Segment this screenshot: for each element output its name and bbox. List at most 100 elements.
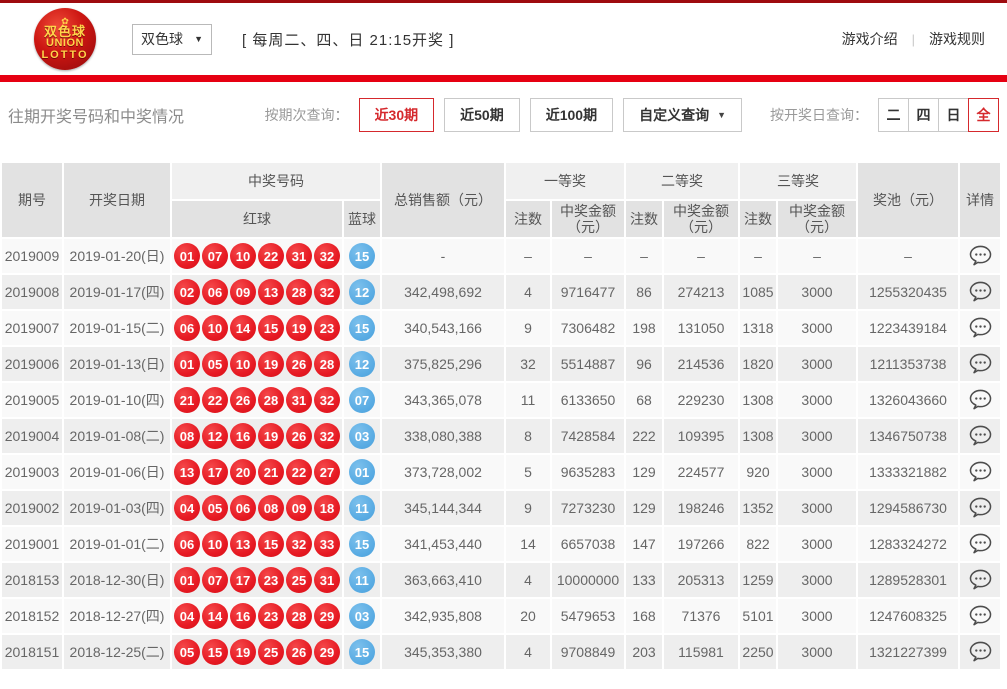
day-buttons: 二四日全 (878, 98, 999, 132)
red-ball: 32 (314, 243, 340, 269)
day-filter-button[interactable]: 全 (968, 98, 999, 132)
col-header-second-prize: 二等奖 (625, 162, 739, 200)
red-ball: 26 (286, 423, 312, 449)
red-ball: 16 (230, 603, 256, 629)
pool-cell: – (857, 238, 959, 274)
date-cell: 2019-01-20(日) (63, 238, 171, 274)
logo-text-cn: 双色球 (44, 25, 86, 38)
red-ball: 15 (258, 315, 284, 341)
third-prize-count-cell: 1308 (739, 418, 777, 454)
detail-cell (959, 274, 1001, 310)
table-row: 20190072019-01-15(二)06101415192315340,54… (1, 310, 1001, 346)
period-filter-button[interactable]: 近30期 (359, 98, 435, 132)
by-day-label: 按开奖日查询： (770, 105, 868, 125)
date-cell: 2018-12-30(日) (63, 562, 171, 598)
period-buttons: 近30期近50期近100期自定义查询▼ (359, 98, 752, 132)
first-prize-count-cell: 14 (505, 526, 551, 562)
detail-button[interactable] (965, 459, 996, 484)
second-prize-count-cell: – (625, 238, 663, 274)
second-prize-count-cell: 203 (625, 634, 663, 670)
red-ball: 10 (202, 315, 228, 341)
red-ball: 29 (314, 603, 340, 629)
detail-cell (959, 238, 1001, 274)
detail-button[interactable] (965, 567, 996, 592)
detail-comment-icon (969, 389, 992, 410)
red-ball: 14 (202, 603, 228, 629)
blue-ball: 11 (349, 495, 375, 521)
red-balls-cell: 010710223132 (171, 238, 343, 274)
red-ball: 10 (202, 531, 228, 557)
detail-button[interactable] (965, 279, 996, 304)
table-row: 20190042019-01-08(二)08121619263203338,08… (1, 418, 1001, 454)
date-cell: 2019-01-01(二) (63, 526, 171, 562)
third-prize-count-cell: 5101 (739, 598, 777, 634)
detail-button[interactable] (965, 603, 996, 628)
by-period-label: 按期次查询： (265, 105, 349, 125)
first-prize-count-cell: 4 (505, 274, 551, 310)
pool-cell: 1346750738 (857, 418, 959, 454)
game-intro-link[interactable]: 游戏介绍 (842, 29, 898, 49)
red-ball: 19 (286, 315, 312, 341)
red-ball: 12 (202, 423, 228, 449)
blue-ball: 07 (349, 387, 375, 413)
first-prize-amount-cell: 7428584 (551, 418, 625, 454)
table-row: 20181522018-12-27(四)04141623282903342,93… (1, 598, 1001, 634)
period-cell: 2018152 (1, 598, 63, 634)
pool-cell: 1223439184 (857, 310, 959, 346)
col-header-third-amount: 中奖金额（元） (777, 200, 857, 238)
third-prize-count-cell: 1352 (739, 490, 777, 526)
red-ball: 08 (174, 423, 200, 449)
detail-cell (959, 526, 1001, 562)
red-ball: 26 (286, 639, 312, 665)
period-filter-button[interactable]: 自定义查询▼ (623, 98, 742, 132)
red-balls-cell: 131720212227 (171, 454, 343, 490)
pool-cell: 1321227399 (857, 634, 959, 670)
detail-button[interactable] (965, 495, 996, 520)
red-ball: 05 (174, 639, 200, 665)
red-ball: 22 (286, 459, 312, 485)
first-prize-amount-cell: 6657038 (551, 526, 625, 562)
red-ball: 22 (202, 387, 228, 413)
red-ball: 06 (230, 495, 256, 521)
game-rules-link[interactable]: 游戏规则 (929, 29, 985, 49)
detail-comment-icon (969, 605, 992, 626)
detail-button[interactable] (965, 243, 996, 268)
detail-button[interactable] (965, 315, 996, 340)
detail-button[interactable] (965, 423, 996, 448)
red-ball: 02 (174, 279, 200, 305)
day-filter-button[interactable]: 四 (908, 98, 939, 132)
red-ball: 15 (202, 639, 228, 665)
third-prize-amount-cell: 3000 (777, 274, 857, 310)
period-cell: 2019009 (1, 238, 63, 274)
red-ball: 01 (174, 243, 200, 269)
red-ball: 16 (230, 423, 256, 449)
detail-cell (959, 418, 1001, 454)
red-ball: 19 (258, 351, 284, 377)
game-select-dropdown[interactable]: 双色球 ▼ (132, 24, 212, 55)
period-filter-button[interactable]: 近100期 (530, 98, 613, 132)
pool-cell: 1294586730 (857, 490, 959, 526)
col-header-first-count: 注数 (505, 200, 551, 238)
detail-button[interactable] (965, 351, 996, 376)
red-ball: 23 (258, 567, 284, 593)
first-prize-amount-cell: 9635283 (551, 454, 625, 490)
pool-cell: 1333321882 (857, 454, 959, 490)
blue-ball-cell: 12 (343, 274, 381, 310)
detail-button[interactable] (965, 639, 996, 664)
blue-ball-cell: 03 (343, 418, 381, 454)
red-ball: 05 (202, 351, 228, 377)
day-filter-button[interactable]: 二 (878, 98, 909, 132)
red-ball: 25 (258, 639, 284, 665)
pool-cell: 1326043660 (857, 382, 959, 418)
first-prize-count-cell: 9 (505, 490, 551, 526)
period-filter-button[interactable]: 近50期 (444, 98, 520, 132)
date-cell: 2018-12-25(二) (63, 634, 171, 670)
detail-cell (959, 346, 1001, 382)
blue-ball-cell: 15 (343, 526, 381, 562)
day-filter-button[interactable]: 日 (938, 98, 969, 132)
chevron-down-icon: ▼ (194, 34, 203, 44)
detail-button[interactable] (965, 531, 996, 556)
results-table: 期号 开奖日期 中奖号码 总销售额（元） 一等奖 二等奖 三等奖 奖池（元） 详… (0, 161, 1002, 671)
detail-button[interactable] (965, 387, 996, 412)
second-prize-amount-cell: 131050 (663, 310, 739, 346)
